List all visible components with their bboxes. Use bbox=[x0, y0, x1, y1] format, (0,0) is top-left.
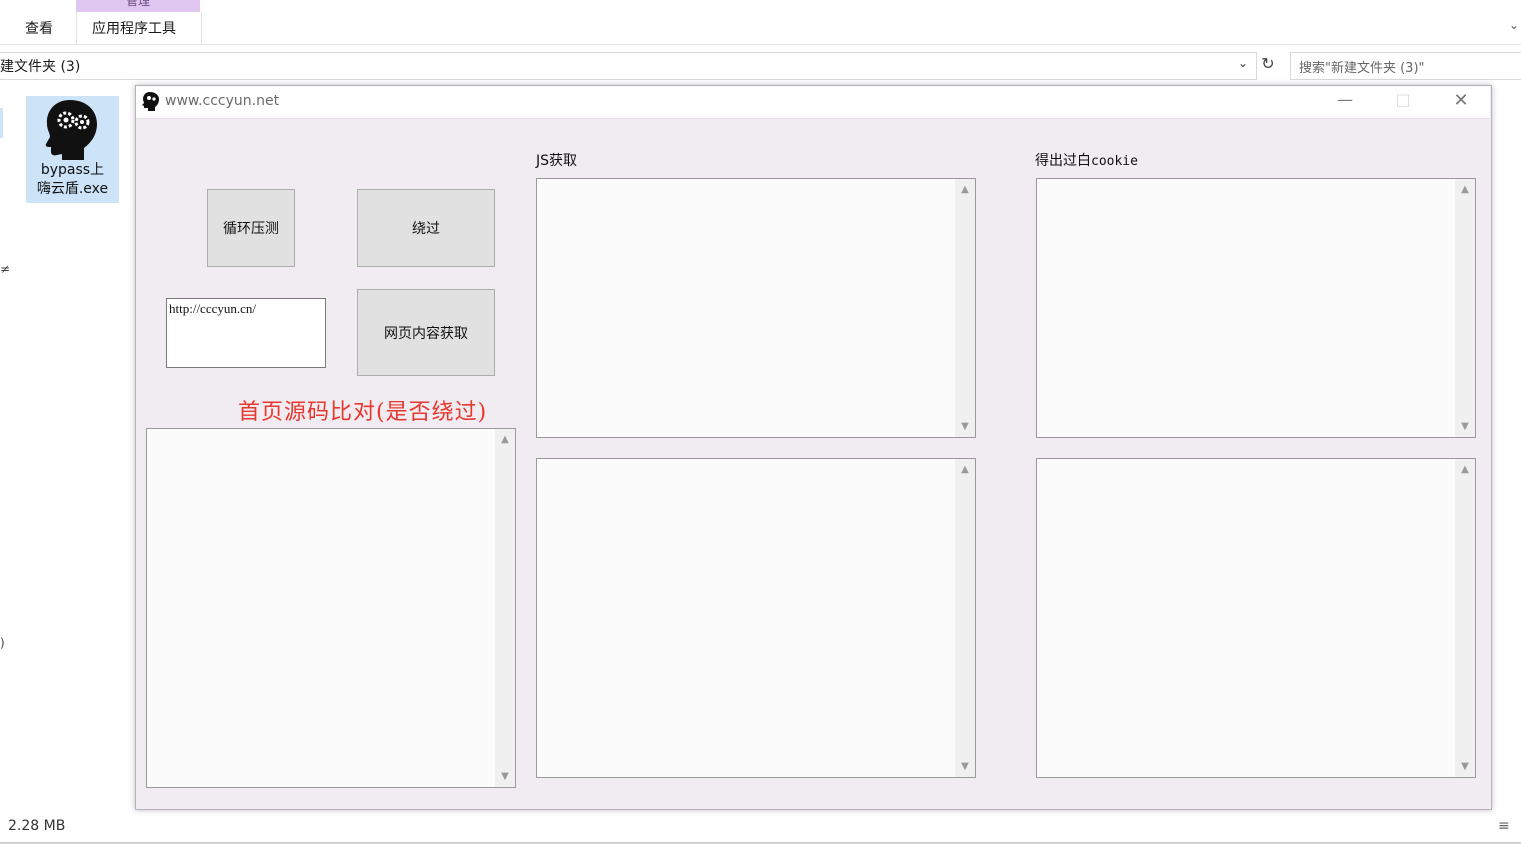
loop-test-button[interactable]: 循环压测 bbox=[207, 189, 295, 267]
bypass-button[interactable]: 绕过 bbox=[357, 189, 495, 267]
address-path[interactable]: 新建文件夹 (3) bbox=[0, 56, 80, 76]
scroll-up-icon[interactable]: ▲ bbox=[955, 184, 975, 195]
scroll-down-icon[interactable]: ▼ bbox=[1455, 421, 1475, 432]
scroll-down-icon[interactable]: ▼ bbox=[955, 421, 975, 432]
address-bar[interactable] bbox=[0, 52, 1257, 80]
cookie-secondary-textbox[interactable]: ▲ ▼ bbox=[1036, 458, 1476, 778]
ribbon-context-group-label[interactable]: 管理 bbox=[76, 0, 200, 9]
maximize-button[interactable]: □ bbox=[1380, 90, 1426, 114]
vertical-scrollbar[interactable]: ▲ ▼ bbox=[955, 179, 975, 437]
file-name-line2: 嗨云盾.exe bbox=[36, 181, 109, 197]
vertical-scrollbar[interactable]: ▲ ▼ bbox=[495, 429, 515, 787]
ribbon-tab-app-tools[interactable]: 应用程序工具 bbox=[92, 18, 176, 38]
nav-pane-fragment: ≠ bbox=[0, 262, 11, 276]
compare-label: 首页源码比对(是否绕过) bbox=[238, 400, 488, 425]
cookie-label-cn: 得出过白 bbox=[1035, 153, 1091, 169]
cookie-result-textbox[interactable]: ▲ ▼ bbox=[1036, 178, 1476, 438]
scroll-down-icon[interactable]: ▼ bbox=[955, 761, 975, 772]
nav-pane-selection bbox=[0, 108, 3, 138]
chevron-down-icon[interactable]: ⌄ bbox=[1509, 18, 1519, 32]
cookie-label-en: cookie bbox=[1091, 154, 1138, 169]
scroll-down-icon[interactable]: ▼ bbox=[495, 771, 515, 782]
scroll-down-icon[interactable]: ▼ bbox=[1455, 761, 1475, 772]
scroll-up-icon[interactable]: ▲ bbox=[955, 464, 975, 475]
file-item-label: bypass上 嗨云盾.exe bbox=[26, 161, 119, 199]
scroll-up-icon[interactable]: ▲ bbox=[1455, 464, 1475, 475]
js-result-textbox[interactable]: ▲ ▼ bbox=[536, 178, 976, 438]
close-button[interactable]: ✕ bbox=[1438, 90, 1484, 114]
titlebar-divider bbox=[136, 118, 1490, 119]
app-titlebar[interactable] bbox=[136, 86, 1490, 118]
cookie-result-label: 得出过白cookie bbox=[1035, 150, 1138, 170]
app-head-icon bbox=[142, 92, 159, 111]
scroll-up-icon[interactable]: ▲ bbox=[495, 434, 515, 445]
vertical-scrollbar[interactable]: ▲ ▼ bbox=[955, 459, 975, 777]
head-gears-icon bbox=[45, 100, 97, 160]
ribbon-tab-view[interactable]: 查看 bbox=[25, 18, 53, 38]
url-input[interactable] bbox=[166, 298, 326, 368]
window-title: www.cccyun.net bbox=[165, 93, 280, 109]
vertical-scrollbar[interactable]: ▲ ▼ bbox=[1455, 459, 1475, 777]
scroll-up-icon[interactable]: ▲ bbox=[1455, 184, 1475, 195]
status-selected-size: 2.28 MB bbox=[8, 818, 66, 834]
nav-pane-fragment: ) bbox=[0, 636, 5, 650]
address-dropdown-icon[interactable]: ⌄ bbox=[1238, 56, 1248, 70]
homepage-source-textbox[interactable]: ▲ ▼ bbox=[146, 428, 516, 788]
minimize-button[interactable]: — bbox=[1322, 90, 1368, 114]
js-fetch-label: JS获取 bbox=[536, 153, 578, 169]
fetch-page-button[interactable]: 网页内容获取 bbox=[357, 289, 495, 376]
vertical-scrollbar[interactable]: ▲ ▼ bbox=[1455, 179, 1475, 437]
refresh-icon[interactable]: ↻ bbox=[1258, 54, 1278, 76]
details-view-icon[interactable]: ≡ bbox=[1498, 818, 1510, 834]
ribbon-tab-bar bbox=[0, 0, 1521, 45]
js-secondary-textbox[interactable]: ▲ ▼ bbox=[536, 458, 976, 778]
search-placeholder: 搜索"新建文件夹 (3)" bbox=[1299, 61, 1425, 76]
file-name-line1: bypass上 bbox=[40, 162, 105, 178]
